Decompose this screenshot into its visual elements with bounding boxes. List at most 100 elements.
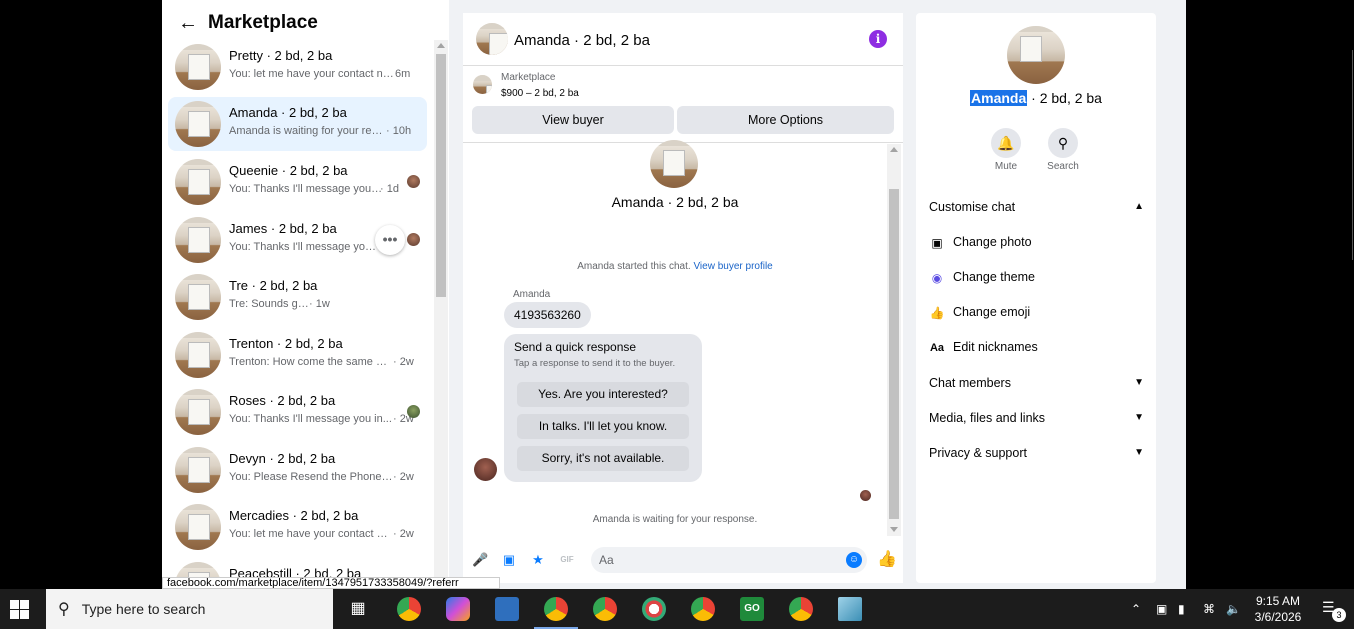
conversation-time: · 2w bbox=[393, 471, 414, 483]
back-arrow-icon[interactable]: ← bbox=[178, 13, 198, 33]
meet-now-icon[interactable]: ▣ bbox=[1156, 589, 1170, 629]
volume-icon[interactable]: 🔈 bbox=[1226, 589, 1241, 629]
scroll-down-icon[interactable] bbox=[890, 527, 898, 532]
listing-thumbnail bbox=[175, 447, 221, 493]
search-icon[interactable]: ⚲ bbox=[1048, 128, 1078, 158]
scroll-up-icon[interactable] bbox=[437, 43, 445, 48]
quick-response-title: Send a quick response bbox=[514, 340, 637, 354]
privacy-support-section[interactable]: Privacy & support ▼ bbox=[929, 442, 1144, 464]
chat-title[interactable]: Amanda · 2 bd, 2 ba bbox=[514, 32, 650, 49]
quick-response-option[interactable]: Sorry, it's not available. bbox=[517, 446, 689, 471]
more-options-button[interactable]: ••• bbox=[375, 225, 405, 255]
wifi-icon[interactable]: ⌘ bbox=[1203, 589, 1219, 629]
conversation-item-james[interactable]: James · 2 bd, 2 ba You: Thanks I'll mess… bbox=[168, 213, 427, 267]
marketplace-label: Marketplace bbox=[501, 72, 556, 83]
message-input[interactable]: Aa bbox=[591, 547, 867, 573]
goto-icon[interactable]: GO bbox=[740, 597, 764, 621]
search-action[interactable]: ⚲ Search bbox=[1043, 128, 1083, 172]
view-buyer-profile-link[interactable]: View buyer profile bbox=[693, 261, 772, 272]
file-app-icon[interactable] bbox=[495, 597, 519, 621]
conversation-item-amanda[interactable]: Amanda · 2 bd, 2 ba Amanda is waiting fo… bbox=[168, 97, 427, 151]
conversation-time: · 1d bbox=[380, 183, 399, 195]
view-buyer-button[interactable]: View buyer bbox=[472, 106, 674, 134]
quick-response-option[interactable]: Yes. Are you interested? bbox=[517, 382, 689, 407]
listing-thumbnail bbox=[175, 101, 221, 147]
chrome-profile-icon[interactable] bbox=[397, 597, 421, 621]
thumbs-up-icon[interactable]: 👍 bbox=[877, 552, 897, 568]
conversation-item-pretty[interactable]: Pretty · 2 bd, 2 ba You: let me have you… bbox=[168, 40, 427, 94]
paint-icon[interactable] bbox=[642, 597, 666, 621]
conversation-item-queenie[interactable]: Queenie · 2 bd, 2 ba You: Thanks I'll me… bbox=[168, 155, 427, 209]
conversation-snippet: You: Thanks I'll message you in... bbox=[229, 413, 392, 425]
conversation-snippet: Tre: Sounds good bbox=[229, 298, 309, 310]
show-hidden-icons-icon[interactable]: ⌃ bbox=[1131, 589, 1145, 629]
change-photo-item[interactable]: ▣ Change photo bbox=[929, 231, 1144, 253]
listing-thumbnail[interactable] bbox=[473, 75, 492, 94]
customise-chat-section[interactable]: Customise chat ▲ bbox=[929, 196, 1144, 218]
bell-icon[interactable]: 🔔 bbox=[991, 128, 1021, 158]
change-emoji-item[interactable]: 👍 Change emoji bbox=[929, 301, 1144, 323]
list-scrollbar[interactable] bbox=[434, 40, 448, 585]
listing-thumbnail bbox=[175, 274, 221, 320]
quick-response-option[interactable]: In talks. I'll let you know. bbox=[517, 414, 689, 439]
page-scrollbar[interactable] bbox=[1174, 0, 1186, 589]
thread-avatar bbox=[650, 140, 698, 188]
emoji-icon[interactable]: ☺ bbox=[846, 552, 862, 568]
thread-title: Amanda · 2 bd, 2 ba bbox=[611, 194, 739, 210]
conversation-item-mercadies[interactable]: Mercadies · 2 bd, 2 ba You: let me have … bbox=[168, 500, 427, 554]
start-tile bbox=[10, 600, 19, 609]
windows-start-icon[interactable] bbox=[10, 600, 30, 620]
messenger-window: ← Marketplace Pretty · 2 bd, 2 ba You: l… bbox=[162, 0, 1186, 589]
chrome-active-icon[interactable] bbox=[534, 597, 578, 629]
seen-indicator-avatar bbox=[860, 490, 871, 501]
text-icon: Aa bbox=[929, 341, 945, 354]
chat-members-section[interactable]: Chat members ▼ bbox=[929, 372, 1144, 394]
chrome-profile-2-icon[interactable] bbox=[691, 597, 715, 621]
message-composer: 🎤 ▣ ★ GIF Aa ☺ 👍 bbox=[463, 543, 903, 579]
screen-edge bbox=[1340, 0, 1354, 589]
thread-scrollbar[interactable] bbox=[887, 144, 901, 536]
conversation-snippet: You: Thanks I'll message you in ... bbox=[229, 183, 385, 195]
scroll-up-icon[interactable] bbox=[890, 147, 898, 152]
conversation-item-tre[interactable]: Tre · 2 bd, 2 ba Tre: Sounds good · 1w bbox=[168, 270, 427, 324]
chat-avatar[interactable] bbox=[476, 23, 508, 55]
conversation-name: Pretty · 2 bd, 2 ba bbox=[229, 48, 333, 63]
copilot-icon[interactable] bbox=[446, 597, 470, 621]
info-icon[interactable]: i bbox=[869, 30, 887, 48]
conversation-item-devyn[interactable]: Devyn · 2 bd, 2 ba You: Please Resend th… bbox=[168, 443, 427, 497]
thumbs-up-icon: 👍 bbox=[929, 305, 945, 320]
message-bubble[interactable]: 4193563260 bbox=[504, 302, 591, 328]
details-title-highlight: Amanda bbox=[970, 90, 1028, 106]
notepad-icon[interactable] bbox=[838, 597, 862, 621]
photo-icon[interactable]: ▣ bbox=[501, 552, 517, 568]
chrome-icon[interactable] bbox=[593, 597, 617, 621]
mute-action[interactable]: 🔔 Mute bbox=[986, 128, 1026, 172]
conversation-snippet: You: Please Resend the Phone nu... bbox=[229, 471, 393, 483]
microphone-icon[interactable]: 🎤 bbox=[472, 552, 488, 568]
taskbar-search[interactable]: ⚲ Type here to search bbox=[46, 589, 333, 629]
media-files-label: Media, files and links bbox=[929, 411, 1046, 425]
media-files-section[interactable]: Media, files and links ▼ bbox=[929, 407, 1144, 429]
conversation-time: · 10h bbox=[386, 125, 412, 137]
waiting-notice: Amanda is waiting for your response. bbox=[592, 514, 758, 525]
gif-icon[interactable]: GIF bbox=[559, 552, 575, 568]
conversation-time: · 1w bbox=[309, 298, 330, 310]
edit-nicknames-item[interactable]: Aa Edit nicknames bbox=[929, 336, 1144, 358]
conversation-item-trenton[interactable]: Trenton · 2 bd, 2 ba Trenton: How come t… bbox=[168, 328, 427, 382]
scrollbar-thumb[interactable] bbox=[436, 54, 446, 297]
more-options-button[interactable]: More Options bbox=[677, 106, 894, 134]
conversation-name: James · 2 bd, 2 ba bbox=[229, 221, 337, 236]
sticker-icon[interactable]: ★ bbox=[530, 552, 546, 568]
marketplace-listing-bar: Marketplace $900 – 2 bd, 2 ba View buyer… bbox=[463, 66, 903, 143]
scrollbar-thumb[interactable] bbox=[889, 189, 899, 519]
battery-icon[interactable]: ▮ bbox=[1178, 589, 1194, 629]
seen-avatar bbox=[407, 405, 420, 418]
listing-thumbnail bbox=[175, 332, 221, 378]
conversation-item-roses[interactable]: Roses · 2 bd, 2 ba You: Thanks I'll mess… bbox=[168, 385, 427, 439]
details-avatar bbox=[1007, 26, 1065, 84]
conversation-snippet: You: let me have your contact nu... bbox=[229, 68, 395, 80]
task-view-icon[interactable]: ▦ bbox=[346, 597, 370, 621]
chrome-profile-3-icon[interactable] bbox=[789, 597, 813, 621]
change-theme-item[interactable]: ◉ Change theme bbox=[929, 266, 1144, 288]
system-clock[interactable]: 9:15 AM 3/6/2026 bbox=[1244, 593, 1312, 625]
